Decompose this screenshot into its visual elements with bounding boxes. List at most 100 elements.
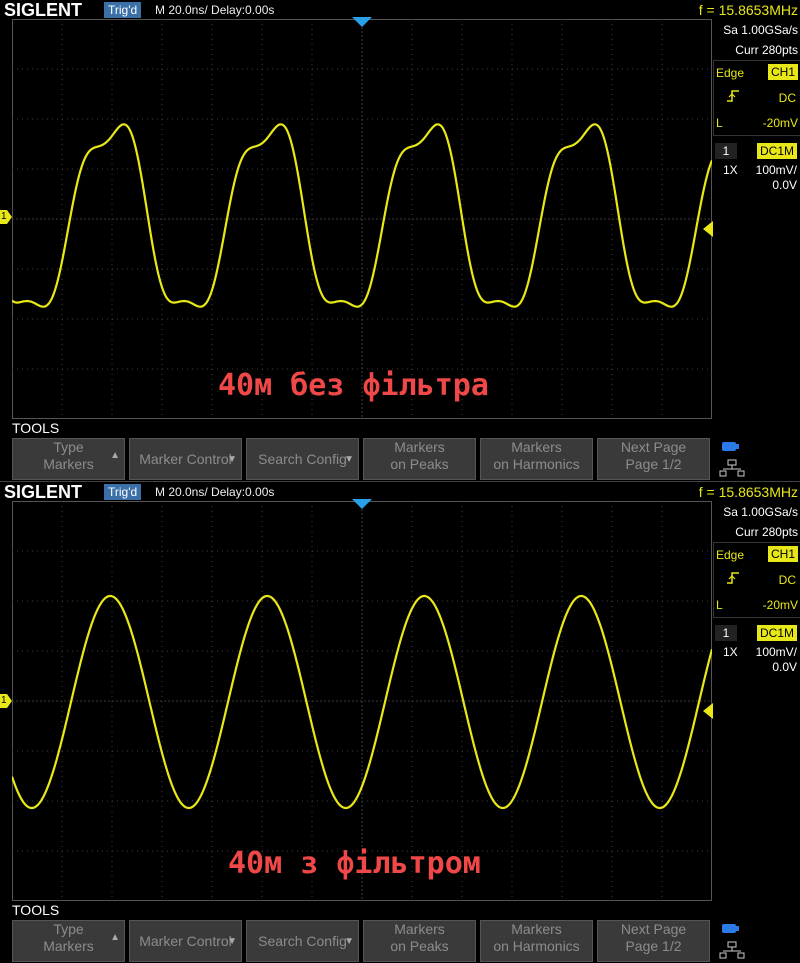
channel-coupling-badge: DC1M	[756, 625, 797, 641]
up-arrow-icon: ▲	[110, 450, 120, 461]
softkey-label: Search Config	[258, 933, 347, 949]
trigger-level-value: -20mV	[762, 598, 798, 612]
trigger-type: Edge	[716, 548, 745, 562]
softkey-next-page[interactable]: Next Page Page 1/2	[597, 920, 710, 962]
trigger-level-label: L	[716, 116, 723, 130]
softkey-markers-on-peaks[interactable]: Markers on Peaks	[363, 920, 476, 962]
softkey-marker-control[interactable]: Marker Control ▼	[129, 920, 242, 962]
overlay-caption: 40м без фільтра	[218, 368, 489, 403]
trigger-position-marker[interactable]	[352, 499, 372, 511]
softkey-markers-on-harmonics[interactable]: Markers on Harmonics	[480, 920, 593, 962]
sample-rate: Sa 1.00GSa/s	[723, 23, 798, 37]
softkey-label: Type	[53, 921, 84, 937]
softkey-bar: Type Markers ▲ Marker Control ▼ Search C…	[12, 920, 712, 962]
channel-offset: 0.0V	[772, 178, 797, 192]
sample-rate: Sa 1.00GSa/s	[723, 505, 798, 519]
softkey-sublabel: on Harmonics	[493, 456, 580, 472]
softkey-sublabel: on Peaks	[390, 938, 449, 954]
softkey-label: Marker Control	[139, 933, 232, 949]
softkey-label: Markers	[394, 439, 445, 455]
side-panel: Sa 1.00GSa/s Curr 280pts Edge CH1 DC L -…	[712, 502, 800, 942]
trigger-level-value: -20mV	[762, 116, 798, 130]
timebase-readout[interactable]: M 20.0ns/ Delay:0.00s	[155, 484, 274, 500]
softkey-markers-on-peaks[interactable]: Markers on Peaks	[363, 438, 476, 480]
waveform-svg	[12, 19, 712, 419]
softkey-label: Next Page	[620, 439, 687, 455]
channel-1-settings[interactable]: 1 DC1M 1X 100mV/ 0.0V	[713, 141, 799, 197]
softkey-sublabel: Page 1/2	[625, 456, 682, 472]
graticule	[12, 501, 712, 901]
trigger-type: Edge	[716, 66, 745, 80]
channel-number: 1	[715, 625, 737, 641]
up-arrow-icon: ▲	[110, 932, 120, 943]
probe-ratio: 1X	[723, 163, 738, 177]
down-arrow-icon: ▼	[344, 454, 354, 465]
softkey-marker-control[interactable]: Marker Control ▼	[129, 438, 242, 480]
softkey-search-config[interactable]: Search Config ▼	[246, 438, 359, 480]
trigger-status-badge: Trig'd	[104, 484, 142, 500]
softkey-sublabel: Markers	[43, 938, 94, 954]
trigger-position-marker[interactable]	[352, 17, 372, 29]
trigger-status-badge: Trig'd	[104, 2, 142, 18]
channel-number: 1	[715, 143, 737, 159]
frequency-readout: f = 15.8653MHz	[698, 484, 798, 500]
softkey-label: Markers	[394, 921, 445, 937]
rising-edge-icon	[726, 89, 740, 106]
softkey-type-markers[interactable]: Type Markers ▲	[12, 920, 125, 962]
scope-screen-2: SIGLENT Trig'd M 20.0ns/ Delay:0.00s f =…	[0, 481, 800, 963]
softkey-label: Next Page	[620, 921, 687, 937]
overlay-caption: 40м з фільтром	[228, 846, 481, 881]
trigger-level-label: L	[716, 598, 723, 612]
waveform-svg	[12, 501, 712, 901]
channel-offset: 0.0V	[772, 660, 797, 674]
channel-coupling-badge: DC1M	[756, 143, 797, 159]
brand-logo: SIGLENT	[4, 482, 83, 502]
graticule	[12, 19, 712, 419]
trigger-settings[interactable]: Edge CH1 DC L -20mV	[713, 542, 800, 618]
softkey-label: Search Config	[258, 451, 347, 467]
trigger-source-badge: CH1	[767, 546, 798, 562]
scope-screen-1: SIGLENT Trig'd M 20.0ns/ Delay:0.00s f =…	[0, 0, 800, 481]
trigger-settings[interactable]: Edge CH1 DC L -20mV	[713, 60, 800, 136]
softkey-sublabel: Page 1/2	[625, 938, 682, 954]
softkey-bar: Type Markers ▲ Marker Control ▼ Search C…	[12, 438, 712, 480]
ch1-marker-label: 1	[1, 211, 7, 222]
ch1-ground-marker[interactable]: 1	[0, 210, 12, 224]
frequency-readout: f = 15.8653MHz	[698, 2, 798, 18]
brand-logo: SIGLENT	[4, 0, 83, 20]
memory-depth: Curr 280pts	[735, 525, 798, 539]
menu-title: TOOLS	[12, 420, 60, 436]
network-icon	[718, 922, 748, 960]
softkey-label: Markers	[511, 439, 562, 455]
softkey-next-page[interactable]: Next Page Page 1/2	[597, 438, 710, 480]
down-arrow-icon: ▼	[227, 454, 237, 465]
waveform-area[interactable]	[12, 501, 712, 901]
softkey-search-config[interactable]: Search Config ▼	[246, 920, 359, 962]
softkey-label: Type	[53, 439, 84, 455]
timebase-readout[interactable]: M 20.0ns/ Delay:0.00s	[155, 2, 274, 18]
softkey-sublabel: Markers	[43, 456, 94, 472]
trigger-coupling: DC	[778, 573, 796, 587]
down-arrow-icon: ▼	[344, 936, 354, 947]
ch1-ground-marker[interactable]: 1	[0, 694, 12, 708]
probe-ratio: 1X	[723, 645, 738, 659]
trigger-source-badge: CH1	[767, 64, 798, 80]
down-arrow-icon: ▼	[227, 936, 237, 947]
status-bar: SIGLENT Trig'd M 20.0ns/ Delay:0.00s f =…	[0, 482, 800, 502]
softkey-label: Markers	[511, 921, 562, 937]
network-icon	[718, 440, 748, 478]
channel-1-settings[interactable]: 1 DC1M 1X 100mV/ 0.0V	[713, 623, 799, 679]
trigger-coupling: DC	[778, 91, 796, 105]
softkey-type-markers[interactable]: Type Markers ▲	[12, 438, 125, 480]
volts-per-div: 100mV/	[755, 163, 797, 177]
volts-per-div: 100mV/	[755, 645, 797, 659]
ch1-marker-label: 1	[1, 695, 7, 706]
side-panel: Sa 1.00GSa/s Curr 280pts Edge CH1 DC L -…	[712, 20, 800, 460]
status-bar: SIGLENT Trig'd M 20.0ns/ Delay:0.00s f =…	[0, 0, 800, 20]
memory-depth: Curr 280pts	[735, 43, 798, 57]
rising-edge-icon	[726, 571, 740, 588]
menu-title: TOOLS	[12, 902, 60, 918]
waveform-area[interactable]	[12, 19, 712, 419]
softkey-label: Marker Control	[139, 451, 232, 467]
softkey-markers-on-harmonics[interactable]: Markers on Harmonics	[480, 438, 593, 480]
